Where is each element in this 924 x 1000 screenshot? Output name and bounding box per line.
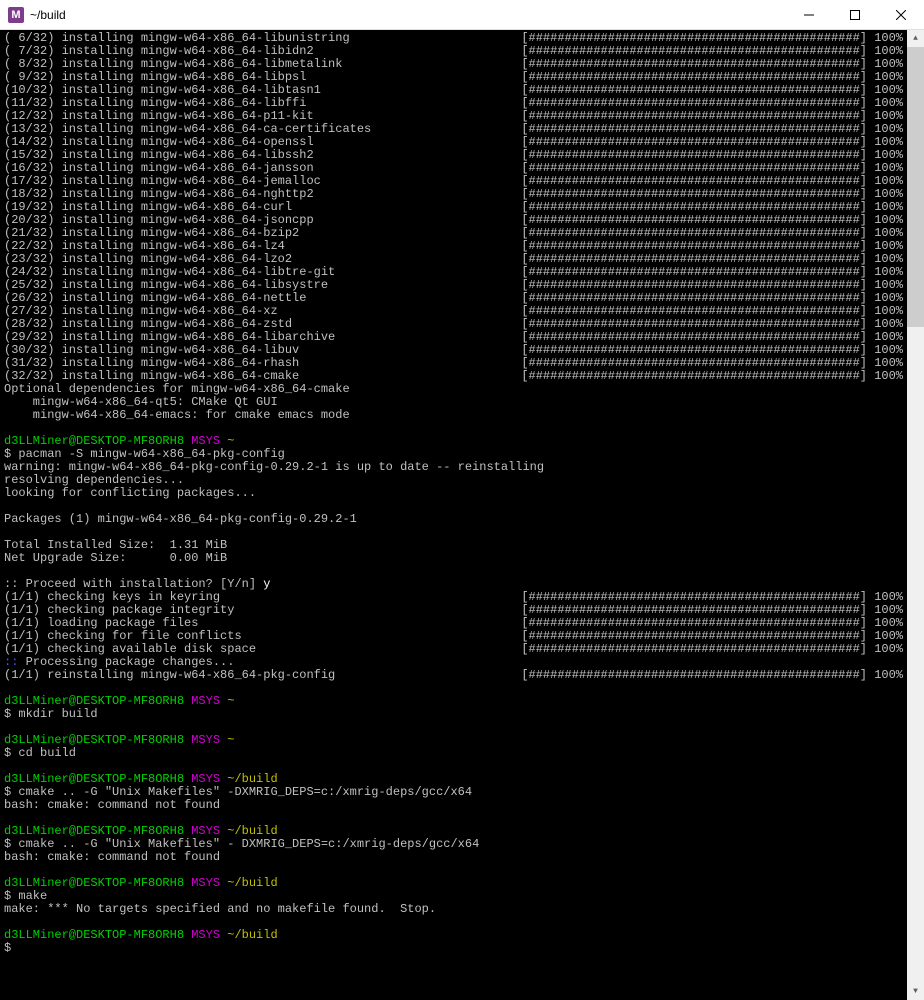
vertical-scrollbar[interactable]: ▲ ▼ (907, 30, 924, 1000)
minimize-button[interactable] (786, 0, 832, 29)
window-controls (786, 0, 924, 29)
close-button[interactable] (878, 0, 924, 29)
terminal-output[interactable]: ( 6/32) installing mingw-w64-x86_64-libu… (0, 30, 907, 1000)
window-title: ~/build (30, 8, 786, 22)
window-titlebar: M ~/build (0, 0, 924, 30)
terminal-line: $ cd build (4, 747, 903, 760)
terminal-line: Net Upgrade Size: 0.00 MiB (4, 552, 903, 565)
terminal-line: d3LLMiner@DESKTOP-MF8ORH8 MSYS ~/build (4, 877, 903, 890)
terminal-line: Packages (1) mingw-w64-x86_64-pkg-config… (4, 513, 903, 526)
scroll-down-arrow-icon[interactable]: ▼ (907, 983, 924, 1000)
terminal-line: $ mkdir build (4, 708, 903, 721)
terminal-line: looking for conflicting packages... (4, 487, 903, 500)
terminal-line: d3LLMiner@DESKTOP-MF8ORH8 MSYS ~/build (4, 929, 903, 942)
terminal-line: make: *** No targets specified and no ma… (4, 903, 903, 916)
terminal-line: d3LLMiner@DESKTOP-MF8ORH8 MSYS ~ (4, 734, 903, 747)
client-area: ( 6/32) installing mingw-w64-x86_64-libu… (0, 30, 924, 1000)
app-icon: M (8, 7, 24, 23)
terminal-line: mingw-w64-x86_64-emacs: for cmake emacs … (4, 409, 903, 422)
terminal-line: (1/1) reinstalling mingw-w64-x86_64-pkg-… (4, 669, 903, 682)
terminal-line: $ (4, 942, 903, 955)
scroll-up-arrow-icon[interactable]: ▲ (907, 30, 924, 47)
scrollbar-thumb[interactable] (907, 47, 924, 327)
terminal-line: d3LLMiner@DESKTOP-MF8ORH8 MSYS ~ (4, 695, 903, 708)
terminal-line: bash: cmake: command not found (4, 799, 903, 812)
maximize-button[interactable] (832, 0, 878, 29)
terminal-line: bash: cmake: command not found (4, 851, 903, 864)
